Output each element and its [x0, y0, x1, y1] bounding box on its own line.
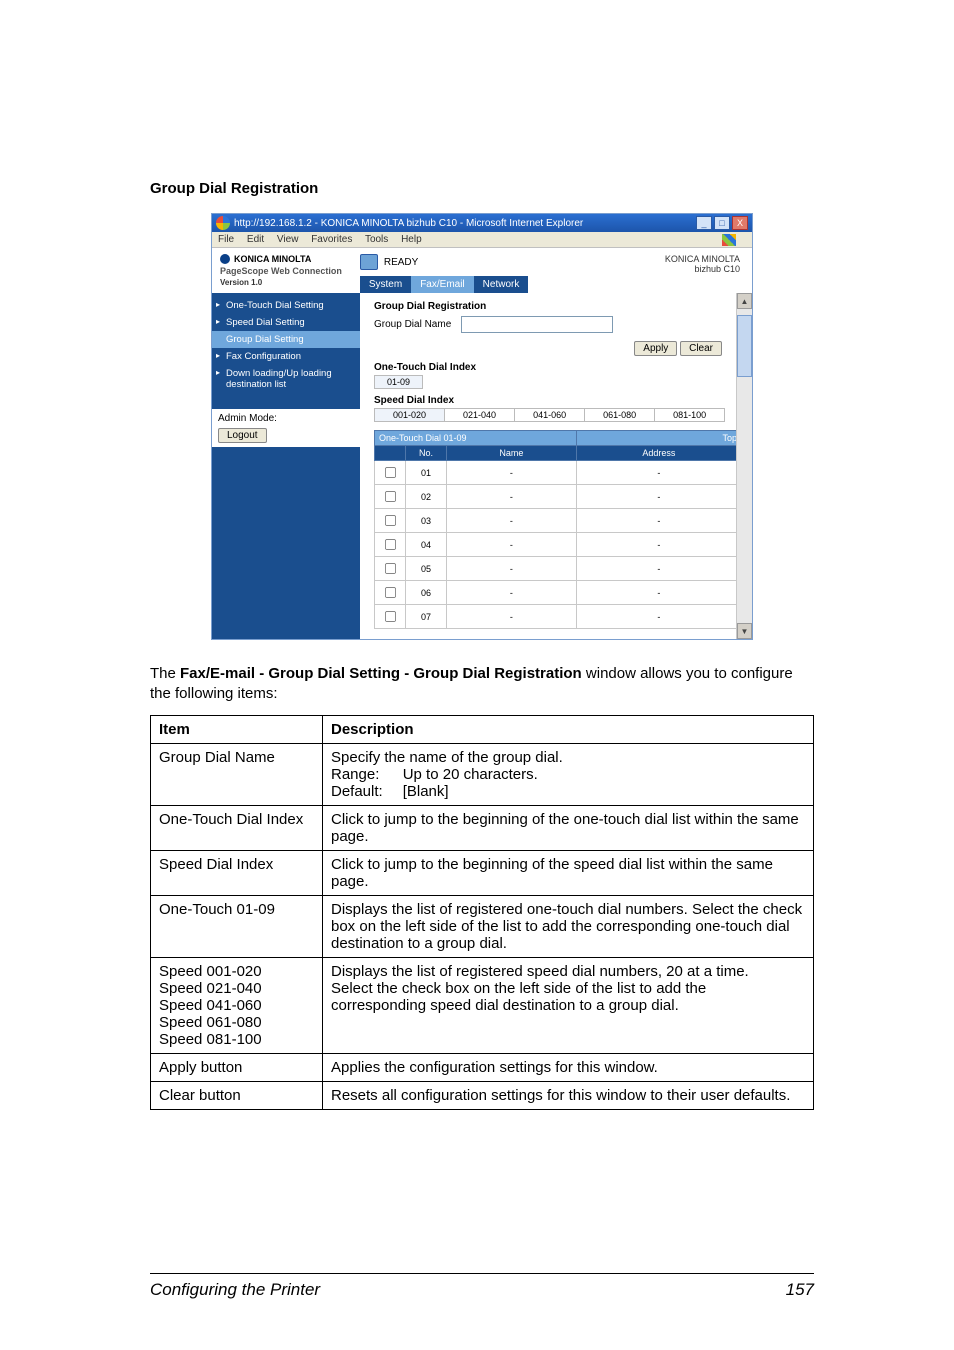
- desc-cell: Applies the configuration settings for t…: [323, 1053, 814, 1081]
- embedded-screenshot: http://192.168.1.2 - KONICA MINOLTA bizh…: [211, 213, 753, 640]
- group-dial-name-label: Group Dial Name: [374, 319, 451, 330]
- maximize-button[interactable]: □: [714, 216, 730, 230]
- ie-icon: [216, 216, 230, 230]
- item-cell: Group Dial Name: [151, 743, 323, 805]
- printer-icon: [360, 254, 378, 270]
- row-checkbox[interactable]: [385, 515, 396, 526]
- sidebar-item-speed[interactable]: Speed Dial Setting: [212, 314, 360, 331]
- sidebar-item-updown[interactable]: Down loading/Up loading destination list: [212, 365, 360, 393]
- row-checkbox[interactable]: [385, 539, 396, 550]
- row-checkbox[interactable]: [385, 563, 396, 574]
- table-row: 01--: [375, 461, 742, 485]
- col-no: No.: [406, 446, 447, 461]
- menu-tools[interactable]: Tools: [365, 234, 388, 245]
- row-checkbox[interactable]: [385, 467, 396, 478]
- menu-help[interactable]: Help: [401, 234, 422, 245]
- status-ready: READY: [360, 254, 665, 270]
- desc-cell: Displays the list of registered one-touc…: [323, 895, 814, 957]
- onetouch-table-title: One-Touch Dial 01-09: [375, 431, 577, 446]
- table-row: 07--: [375, 605, 742, 629]
- desc-cell: Resets all configuration settings for th…: [323, 1081, 814, 1109]
- scroll-thumb[interactable]: [737, 315, 752, 377]
- close-button[interactable]: X: [732, 216, 748, 230]
- tab-fax-email[interactable]: Fax/Email: [411, 276, 473, 293]
- speed-index-1[interactable]: 021-040: [444, 408, 515, 422]
- item-cell: Speed 001-020 Speed 021-040 Speed 041-06…: [151, 957, 323, 1053]
- km-logo: KONICA MINOLTA: [220, 254, 342, 264]
- description-table: Item Description Group Dial Name Specify…: [150, 715, 814, 1110]
- table-row: 02--: [375, 485, 742, 509]
- item-cell: Clear button: [151, 1081, 323, 1109]
- menu-edit[interactable]: Edit: [247, 234, 264, 245]
- col-check: [375, 446, 406, 461]
- km-logo-icon: [220, 254, 230, 264]
- table-row: 06--: [375, 581, 742, 605]
- logout-button[interactable]: Logout: [218, 428, 267, 443]
- group-dial-name-input[interactable]: [461, 316, 613, 333]
- table-row: 05--: [375, 557, 742, 581]
- scroll-down-icon[interactable]: ▼: [737, 623, 752, 639]
- sidebar: One-Touch Dial Setting Speed Dial Settin…: [212, 293, 360, 639]
- speed-index-0[interactable]: 001-020: [374, 408, 445, 422]
- menu-favorites[interactable]: Favorites: [311, 234, 352, 245]
- document-page: Group Dial Registration http://192.168.1…: [0, 0, 954, 1350]
- th-item: Item: [151, 715, 323, 743]
- apply-button[interactable]: Apply: [634, 341, 677, 356]
- content-pane: Group Dial Registration Group Dial Name …: [360, 293, 752, 639]
- row-checkbox[interactable]: [385, 491, 396, 502]
- onetouch-table: One-Touch Dial 01-09Top No. Name Address…: [374, 430, 742, 629]
- desc-cell: Displays the list of registered speed di…: [323, 957, 814, 1053]
- speed-index-title: Speed Dial Index: [374, 395, 742, 406]
- menu-file[interactable]: File: [218, 234, 234, 245]
- item-cell: Speed Dial Index: [151, 850, 323, 895]
- desc-cell: Click to jump to the beginning of the sp…: [323, 850, 814, 895]
- section-title: Group Dial Registration: [150, 180, 814, 197]
- row-checkbox[interactable]: [385, 587, 396, 598]
- onetouch-index-title: One-Touch Dial Index: [374, 362, 742, 373]
- ie-flag-icon: [722, 234, 736, 246]
- scrollbar[interactable]: ▲ ▼: [736, 293, 752, 639]
- pagescope-label: PageScope Web Connection: [220, 266, 342, 276]
- version-label: Version 1.0: [220, 278, 342, 287]
- tab-network[interactable]: Network: [474, 276, 529, 293]
- minimize-button[interactable]: _: [696, 216, 712, 230]
- ie-titlebar: http://192.168.1.2 - KONICA MINOLTA bizh…: [212, 214, 752, 232]
- speed-index-4[interactable]: 081-100: [654, 408, 725, 422]
- scroll-up-icon[interactable]: ▲: [737, 293, 752, 309]
- onetouch-index-0109[interactable]: 01-09: [374, 375, 423, 389]
- table-row: 04--: [375, 533, 742, 557]
- item-cell: Apply button: [151, 1053, 323, 1081]
- caption-text: The Fax/E-mail - Group Dial Setting - Gr…: [150, 664, 814, 705]
- menu-view[interactable]: View: [277, 234, 299, 245]
- desc-cell: Click to jump to the beginning of the on…: [323, 805, 814, 850]
- model-right: bizhub C10: [665, 264, 740, 274]
- item-cell: One-Touch Dial Index: [151, 805, 323, 850]
- sidebar-item-faxconfig[interactable]: Fax Configuration: [212, 348, 360, 365]
- row-checkbox[interactable]: [385, 611, 396, 622]
- page-number: 157: [786, 1280, 814, 1300]
- sidebar-item-group[interactable]: Group Dial Setting: [212, 331, 360, 348]
- col-addr: Address: [576, 446, 741, 461]
- speed-index-2[interactable]: 041-060: [514, 408, 585, 422]
- clear-button[interactable]: Clear: [680, 341, 722, 356]
- th-desc: Description: [323, 715, 814, 743]
- footer-title: Configuring the Printer: [150, 1280, 320, 1300]
- sidebar-item-onetouch[interactable]: One-Touch Dial Setting: [212, 297, 360, 314]
- page-footer: Configuring the Printer 157: [150, 1273, 814, 1300]
- item-cell: One-Touch 01-09: [151, 895, 323, 957]
- ie-menubar: File Edit View Favorites Tools Help: [212, 232, 752, 248]
- window-title: http://192.168.1.2 - KONICA MINOLTA bizh…: [234, 218, 696, 229]
- form-title: Group Dial Registration: [374, 301, 742, 312]
- speed-index-3[interactable]: 061-080: [584, 408, 655, 422]
- brand-right: KONICA MINOLTA: [665, 254, 740, 264]
- desc-cell: Specify the name of the group dial. Rang…: [323, 743, 814, 805]
- table-row: 03--: [375, 509, 742, 533]
- tab-system[interactable]: System: [360, 276, 411, 293]
- admin-mode-label: Admin Mode:: [218, 413, 354, 424]
- top-link[interactable]: Top: [576, 431, 741, 446]
- col-name: Name: [447, 446, 577, 461]
